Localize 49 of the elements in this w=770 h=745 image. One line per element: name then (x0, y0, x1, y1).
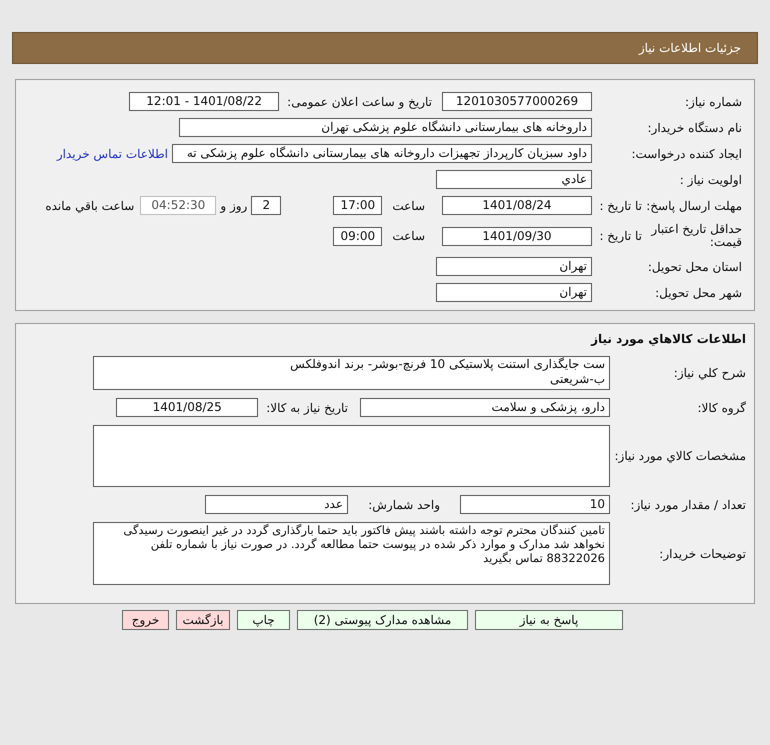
action-button[interactable]: خروج (122, 610, 169, 630)
field-label: شماره نیاز: (684, 94, 742, 110)
deadline-time-field: 17:00 (333, 196, 382, 215)
field-label: تاریخ و ساعت اعلان عمومی: (287, 94, 432, 110)
field-label: تا تاریخ : (598, 228, 642, 245)
goods-group-field: دارو، پزشکی و سلامت (360, 398, 610, 417)
field-label: تا تاریخ : (598, 198, 642, 214)
field-label: شرح کلي نیاز: (672, 365, 746, 382)
buyer-contact-link[interactable]: اطلاعات تماس خریدار (56, 144, 168, 162)
field-label: تعداد / مقدار مورد نیاز: (629, 496, 746, 514)
field-label: حداقل تاریخ اعتبار قیمت: (650, 223, 742, 249)
field-label: واحد شمارش: (367, 496, 440, 514)
province-field: تهران (436, 257, 592, 276)
action-button[interactable]: چاپ (237, 610, 290, 630)
field-label: اولویت نیاز : (678, 172, 742, 188)
unit-field: عدد (205, 495, 348, 514)
field-label: مشخصات کالاي مورد نیاز: (613, 448, 746, 465)
field-label: ساعت (392, 228, 425, 245)
field-label: روز و (220, 198, 248, 214)
validity-time-field: 09:00 (333, 226, 382, 246)
quantity-field: 10 (460, 495, 610, 514)
field-label: نام دستگاه خریدار: (646, 120, 742, 136)
field-label: مهلت ارسال پاسخ: (645, 198, 742, 214)
buyer-field: داروخانه های بیمارستانی دانشگاه علوم پزشکی تهران (179, 118, 592, 137)
field-label: توضیحات خریدار: (658, 546, 746, 562)
action-button[interactable]: مشاهده مدارک پیوستی (2) (297, 610, 468, 630)
field-label: تاریخ نیاز به کالا: (266, 400, 348, 416)
description-field: ست جایگذاری استنت پلاستیکی 10 فرنچ-بوشر- برند اندوفلکس ب-شریعتی (93, 356, 610, 390)
section-title: اطلاعات کالاهاي مورد نیاز (590, 331, 746, 348)
buyer-notes-field: تامین کنندگان محترم توجه داشته باشند پیش فاکتور باید حتما بارگذاری گردد در غیر اینصورت رسیدگی نخواهد شد مدارک و موارد ذکر شده در پیوست حتما مطالعه گردد. در صورت نیاز با شماره تلفن 88322026 تماس بگیرید (93, 522, 610, 585)
action-button[interactable]: پاسخ به نیاز (475, 610, 623, 630)
page-title: جزئیات اطلاعات نیاز (638, 40, 741, 57)
days-field: 2 (251, 196, 282, 215)
validity-date-field: 1401/09/30 (442, 226, 592, 246)
field-label: ساعت باقي مانده (45, 198, 134, 214)
priority-field: عادي (436, 170, 592, 189)
need-date-field: 1401/08/25 (116, 398, 258, 417)
field-label: شهر محل تحویل: (654, 284, 742, 302)
deadline-date-field: 1401/08/24 (442, 196, 592, 215)
field-label: استان محل تحویل: (646, 258, 742, 276)
remaining-time-field: 04:52:30 (140, 196, 216, 215)
need-number-field: 1201030577000269 (442, 92, 592, 111)
announce-date-field: 1401/08/22 - 12:01 (129, 92, 280, 111)
action-button[interactable]: بازگشت (176, 610, 230, 630)
field-label: گروه کالا: (696, 400, 746, 416)
field-label: ساعت (392, 198, 425, 214)
field-label: ایجاد کننده درخواست: (630, 146, 742, 162)
city-field: تهران (436, 283, 592, 302)
requester-field: داود سبزیان کارپرداز تجهیزات داروخانه های بیمارستانی دانشگاه علوم پزشکی ته (172, 144, 592, 163)
